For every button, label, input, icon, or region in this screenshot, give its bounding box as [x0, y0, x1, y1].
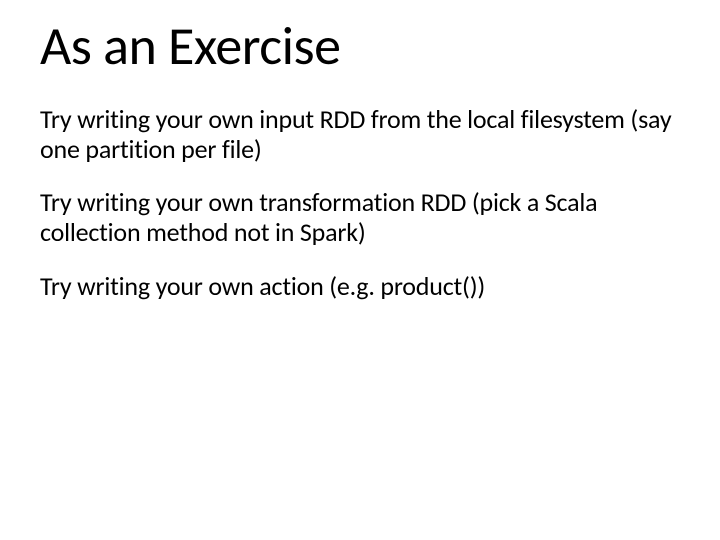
slide-title: As an Exercise [40, 18, 680, 75]
slide: As an Exercise Try writing your own inpu… [0, 0, 720, 540]
slide-paragraph: Try writing your own transformation RDD … [40, 188, 680, 248]
slide-paragraph: Try writing your own input RDD from the … [40, 105, 680, 165]
slide-paragraph: Try writing your own action (e.g. produc… [40, 272, 680, 302]
